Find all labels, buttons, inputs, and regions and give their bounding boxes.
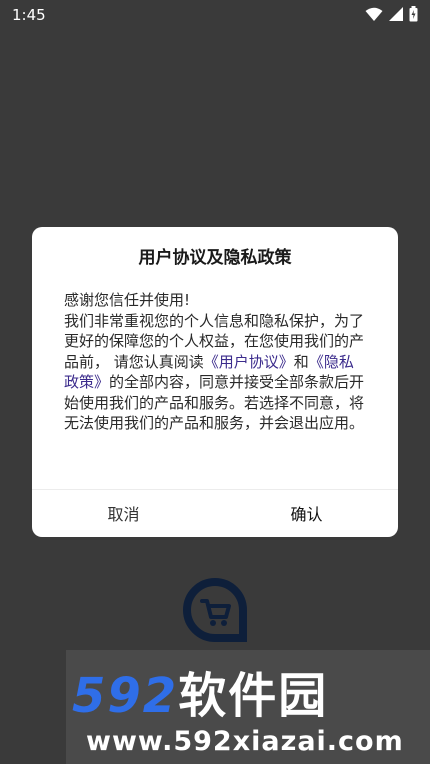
cancel-button[interactable]: 取消 bbox=[32, 489, 215, 537]
watermark-brand-text: 软件园 bbox=[178, 668, 329, 724]
privacy-dialog: 用户协议及隐私政策 感谢您信任并使用! 我们非常重视您的个人信息和隐私保护，为了… bbox=[32, 227, 398, 537]
wifi-icon bbox=[365, 7, 383, 21]
watermark-brand: 592软件园 bbox=[72, 670, 424, 722]
user-agreement-link[interactable]: 《用户协议》 bbox=[204, 353, 294, 371]
dialog-text-conj: 和 bbox=[293, 352, 309, 371]
dialog-greeting: 感谢您信任并使用! bbox=[64, 291, 191, 309]
watermark-url: www.592xiazai.com bbox=[86, 726, 404, 757]
status-time: 1:45 bbox=[12, 6, 46, 24]
cell-signal-icon bbox=[389, 7, 403, 21]
battery-charging-icon bbox=[409, 6, 418, 22]
confirm-button[interactable]: 确认 bbox=[215, 489, 398, 537]
status-bar: 1:45 bbox=[0, 0, 430, 32]
status-icons bbox=[365, 6, 418, 22]
app-logo bbox=[183, 577, 247, 642]
dialog-text-outro: 的全部内容，同意并接受全部条款后开始使用我们的产品和服务。若选择不同意，将无法使… bbox=[64, 373, 365, 432]
watermark: 592软件园 www.592xiazai.com bbox=[66, 650, 430, 764]
watermark-brand-number: 592 bbox=[72, 668, 179, 724]
dialog-body: 感谢您信任并使用! 我们非常重视您的个人信息和隐私保护，为了更好的保障您的个人权… bbox=[64, 290, 366, 434]
dialog-title: 用户协议及隐私政策 bbox=[138, 248, 292, 268]
